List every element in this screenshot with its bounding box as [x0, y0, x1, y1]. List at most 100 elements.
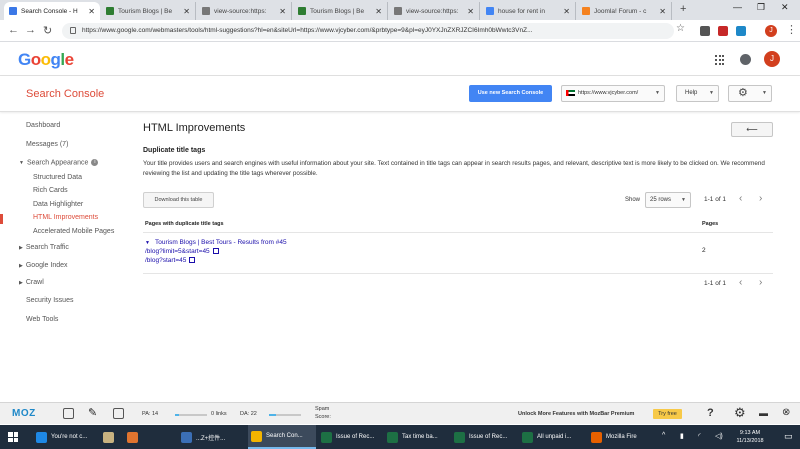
browser-tab[interactable]: Tourism Blogs | Be ✕	[101, 2, 196, 20]
tray-chevron-icon[interactable]: ^	[662, 432, 665, 439]
minimize-icon[interactable]: —	[733, 2, 742, 12]
close-tab-icon[interactable]: ✕	[279, 7, 286, 16]
url-link[interactable]: /blog?limit=5&start=45	[145, 248, 219, 255]
sidebar-item-security-issues[interactable]: Security Issues	[26, 297, 73, 304]
next-page-icon[interactable]: ›	[759, 193, 762, 204]
moz-logo[interactable]: MOZ	[12, 408, 36, 419]
use-new-search-console-button[interactable]: Use new Search Console	[469, 85, 552, 102]
browser-tab[interactable]: view-source:https: ✕	[389, 2, 480, 20]
forward-arrow-icon[interactable]: →	[25, 24, 36, 36]
system-clock[interactable]: 9:13 AM 11/13/2018	[733, 429, 767, 445]
taskbar-app[interactable]: Search Con...	[248, 425, 316, 449]
close-tab-icon[interactable]: ✕	[183, 7, 190, 16]
browser-tab[interactable]: Search Console - H ✕	[4, 2, 100, 20]
extension-icon[interactable]	[718, 26, 728, 36]
duplicate-title-link[interactable]: Tourism Blogs | Best Tours - Results fro…	[155, 239, 287, 246]
sidebar-item-amp[interactable]: Accelerated Mobile Pages	[33, 228, 114, 235]
close-tab-icon[interactable]: ✕	[659, 7, 666, 16]
app-icon	[36, 431, 47, 443]
back-arrow-icon[interactable]: ←	[8, 24, 19, 36]
url-link[interactable]: /blog?start=45	[145, 257, 196, 264]
expanded-triangle-icon[interactable]: ▼	[145, 240, 150, 246]
browser-tab[interactable]: Joomla! Forum - c ✕	[577, 2, 672, 20]
google-logo[interactable]: Google	[18, 50, 74, 70]
download-table-button[interactable]: Download this table	[143, 192, 214, 208]
prev-page-icon[interactable]: ‹	[739, 193, 742, 204]
rows-per-page-select[interactable]: 25 rows ▼	[645, 192, 691, 208]
taskbar-app[interactable]	[124, 425, 146, 449]
url-input[interactable]: https://www.google.com/webmasters/tools/…	[62, 23, 674, 39]
close-tab-icon[interactable]: ✕	[88, 7, 95, 16]
close-tab-icon[interactable]: ✕	[563, 7, 570, 16]
reload-icon[interactable]: ↻	[43, 24, 52, 37]
taskbar-app[interactable]: ...Z+控件...	[178, 425, 246, 449]
close-mozbar-icon[interactable]: ⊗	[782, 407, 790, 418]
highlight-icon[interactable]	[113, 408, 124, 419]
account-avatar[interactable]: J	[764, 51, 780, 67]
google-header: Google J	[0, 42, 800, 76]
menu-dots-icon[interactable]: ⋮	[786, 23, 797, 36]
sidebar-item-rich-cards[interactable]: Rich Cards	[33, 187, 68, 194]
taskbar-app[interactable]: Tax time ba...	[384, 425, 448, 449]
sidebar-item-html-improvements[interactable]: HTML Improvements	[33, 214, 98, 221]
sidebar-item-google-index[interactable]: ▶ Google Index	[19, 262, 68, 269]
mozbar: MOZ ✎ PA: 14 0 links DA: 22 Spam Score: …	[0, 402, 800, 424]
notifications-icon[interactable]	[740, 54, 751, 65]
network-icon[interactable]: ▮	[680, 432, 684, 440]
browser-tab[interactable]: house for rent in ✕	[481, 2, 576, 20]
next-page-icon[interactable]: ›	[759, 277, 762, 288]
taskbar-app[interactable]: All unpaid i...	[519, 425, 585, 449]
browser-tab[interactable]: Tourism Blogs | Be ✕	[293, 2, 388, 20]
tab-favicon-icon	[394, 7, 402, 15]
sidebar-item-data-highlighter[interactable]: Data Highlighter	[33, 201, 83, 208]
help-icon[interactable]: ?	[707, 407, 714, 419]
taskbar-app[interactable]: Mozilla Fire	[588, 425, 652, 449]
browser-tab[interactable]: view-source:https: ✕	[197, 2, 292, 20]
sidebar-item-messages[interactable]: Messages (7)	[26, 141, 68, 148]
close-tab-icon[interactable]: ✕	[467, 7, 474, 16]
taskbar-app[interactable]	[100, 425, 122, 449]
new-tab-button[interactable]: +	[680, 3, 686, 15]
sidebar-item-search-traffic[interactable]: ▶ Search Traffic	[19, 244, 69, 251]
wifi-icon[interactable]: ◜	[698, 432, 701, 440]
column-header-pages-with-duplicates[interactable]: Pages with duplicate title tags	[145, 221, 224, 227]
settings-gear-icon[interactable]: ⚙	[734, 405, 746, 421]
extension-icon[interactable]	[700, 26, 710, 36]
page-title: HTML Improvements	[143, 122, 246, 134]
close-window-icon[interactable]: ✕	[781, 2, 789, 13]
profile-icon[interactable]: J	[765, 25, 777, 37]
info-icon[interactable]: i	[91, 159, 99, 166]
sidebar-item-search-appearance[interactable]: ▼ Search Appearance i	[19, 159, 99, 166]
taskbar-app[interactable]: Issue of Rec...	[451, 425, 515, 449]
sidebar-item-dashboard[interactable]: Dashboard	[26, 122, 60, 129]
bookmark-star-icon[interactable]: ☆	[676, 23, 685, 34]
prev-page-icon[interactable]: ‹	[739, 277, 742, 288]
sidebar-item-crawl[interactable]: ▶ Crawl	[19, 279, 44, 286]
moz-extension-icon[interactable]	[736, 26, 746, 36]
maximize-icon[interactable]: ❐	[757, 2, 765, 13]
clock-date: 11/13/2018	[736, 438, 764, 444]
site-selector[interactable]: https://www.vjcyber.com/ ▼	[561, 85, 665, 102]
page-analysis-icon[interactable]	[63, 408, 74, 419]
taskbar-app[interactable]: You're not c...	[33, 425, 99, 449]
tab-favicon-icon	[202, 7, 210, 15]
volume-icon[interactable]: ◁)	[715, 432, 723, 440]
taskbar-app[interactable]: Issue of Rec...	[318, 425, 382, 449]
action-center-icon[interactable]: ▭	[784, 431, 793, 442]
close-tab-icon[interactable]: ✕	[375, 7, 382, 16]
sidebar-item-web-tools[interactable]: Web Tools	[26, 316, 58, 323]
product-title[interactable]: Search Console	[26, 88, 104, 100]
column-header-pages[interactable]: Pages	[702, 221, 718, 227]
help-button[interactable]: Help ▼	[676, 85, 719, 102]
pencil-icon[interactable]: ✎	[88, 406, 99, 419]
external-link-icon[interactable]	[189, 257, 196, 264]
minimize-mozbar-icon[interactable]: ▬	[759, 408, 768, 418]
sidebar-item-structured-data[interactable]: Structured Data	[33, 174, 82, 181]
caret-down-icon: ▼	[681, 197, 686, 203]
back-button[interactable]: ⟵	[731, 122, 773, 137]
settings-button[interactable]: ⚙ ▼	[728, 85, 772, 102]
try-free-button[interactable]: Try free	[653, 409, 682, 419]
external-link-icon[interactable]	[212, 248, 219, 255]
windows-start-icon[interactable]	[8, 432, 18, 442]
apps-grid-icon[interactable]	[715, 55, 725, 65]
